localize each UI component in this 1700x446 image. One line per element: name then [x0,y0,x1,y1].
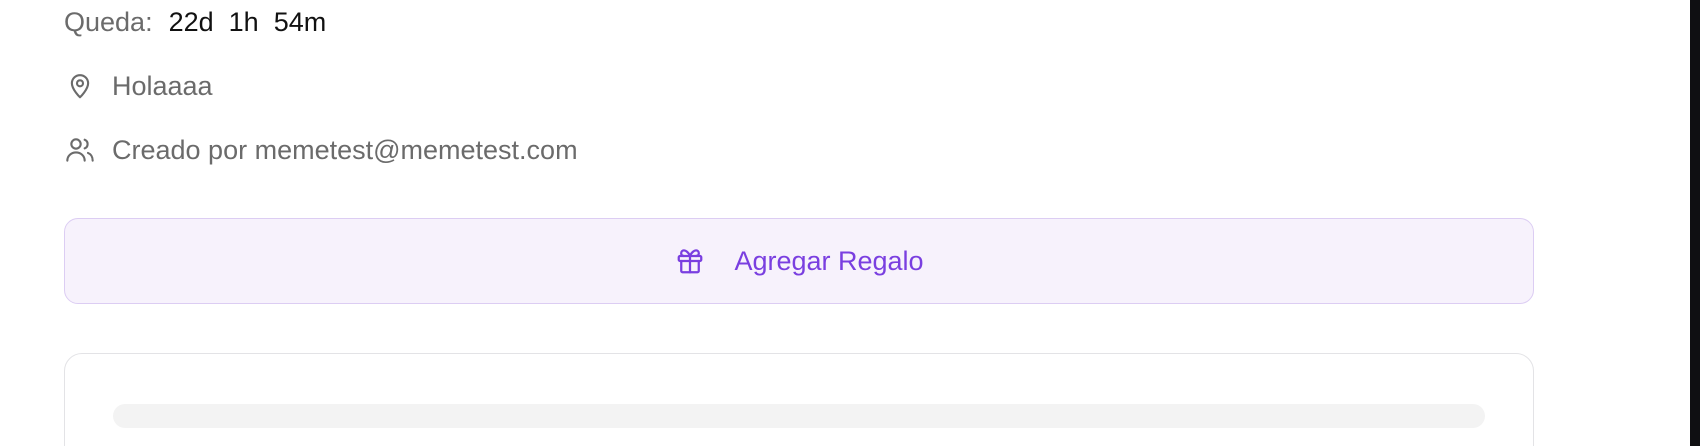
map-pin-icon [64,70,96,102]
countdown: Queda: 22d 1h 54m [64,2,341,42]
gift-icon [674,245,706,277]
add-gift-button[interactable]: Agregar Regalo [64,218,1534,304]
creator-text: Creado por memetest@memetest.com [112,134,578,165]
countdown-minutes: 54m [273,6,327,37]
countdown-days: 22d [168,6,214,37]
page: Queda: 22d 1h 54m Holaaaa Creado por mem… [0,0,1700,446]
location-text: Holaaaa [112,70,213,101]
countdown-hours: 1h [228,6,259,37]
countdown-label: Queda: [64,6,153,37]
location-row: Holaaaa [64,66,213,106]
add-gift-label: Agregar Regalo [734,245,924,276]
loading-skeleton [113,404,1485,428]
users-icon [64,134,96,166]
window-edge [1690,0,1700,446]
creator-row: Creado por memetest@memetest.com [64,130,578,170]
gift-list-card [64,353,1534,446]
